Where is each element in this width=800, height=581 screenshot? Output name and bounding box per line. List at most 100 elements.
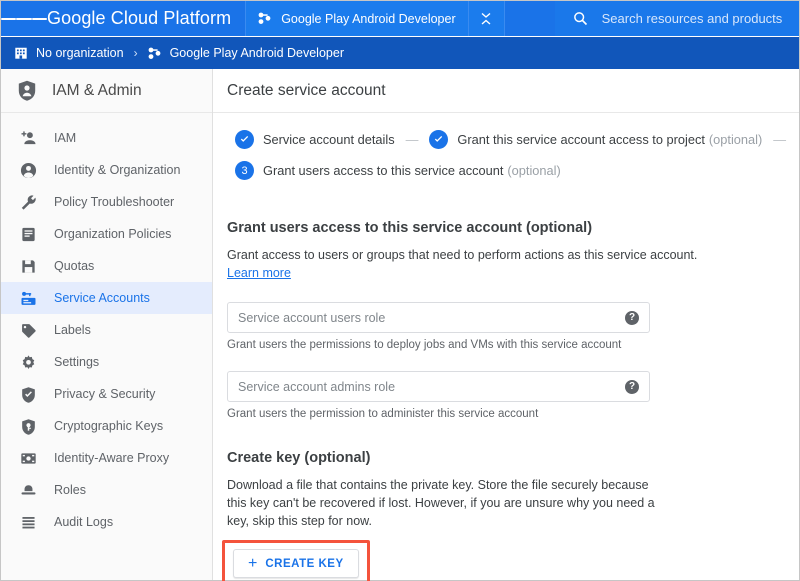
- gear-icon: [19, 353, 37, 371]
- create-key-description: Download a file that contains the privat…: [227, 476, 657, 530]
- sidebar-item-label: Audit Logs: [54, 515, 113, 529]
- users-role-hint: Grant users the permissions to deploy jo…: [227, 339, 799, 351]
- breadcrumb: No organization › Google Play Android De…: [1, 36, 799, 69]
- service-account-users-role-input[interactable]: Service account users role ?: [227, 302, 650, 333]
- sidebar-item-cryptographic-keys[interactable]: Cryptographic Keys: [1, 410, 212, 442]
- person-add-icon: [19, 129, 37, 147]
- app-window: Google Cloud Platform Google Play Androi…: [0, 0, 800, 581]
- help-icon[interactable]: ?: [625, 380, 639, 394]
- sidebar-item-settings[interactable]: Settings: [1, 346, 212, 378]
- step-optional-2: (optional): [709, 132, 762, 147]
- save-icon: [19, 257, 37, 275]
- collapse-icon: [480, 12, 492, 26]
- step-marker-complete[interactable]: [235, 130, 254, 149]
- project-selector[interactable]: Google Play Android Developer: [245, 1, 468, 36]
- create-key-button[interactable]: + CREATE KEY: [233, 549, 359, 578]
- form-content: Grant users access to this service accou…: [213, 198, 799, 581]
- create-key-section: Create key (optional) Download a file th…: [227, 450, 799, 581]
- step-marker-active[interactable]: 3: [235, 161, 254, 180]
- roles-icon: [19, 481, 37, 499]
- sidebar: IAM & Admin IAM Identity & Organization …: [1, 69, 213, 580]
- sidebar-item-organization-policies[interactable]: Organization Policies: [1, 218, 212, 250]
- grant-section-title: Grant users access to this service accou…: [227, 220, 799, 236]
- sidebar-item-quotas[interactable]: Quotas: [1, 250, 212, 282]
- sidebar-item-roles[interactable]: Roles: [1, 474, 212, 506]
- sidebar-item-label: Organization Policies: [54, 227, 171, 241]
- stepper-row-bottom: 3 Grant users access to this service acc…: [235, 161, 799, 180]
- proxy-icon: [19, 449, 37, 467]
- stepper-row-top: Service account details — Grant this ser…: [235, 130, 799, 149]
- breadcrumb-org[interactable]: No organization: [36, 46, 124, 60]
- project-selector-label: Google Play Android Developer: [281, 12, 455, 26]
- sidebar-item-label: Quotas: [54, 259, 94, 273]
- page-title-bar: Create service account: [213, 69, 799, 113]
- sidebar-item-audit-logs[interactable]: Audit Logs: [1, 506, 212, 538]
- sidebar-item-label: Policy Troubleshooter: [54, 195, 174, 209]
- sidebar-item-identity-aware-proxy[interactable]: Identity-Aware Proxy: [1, 442, 212, 474]
- project-collapse-button[interactable]: [469, 1, 505, 36]
- sidebar-item-identity-organization[interactable]: Identity & Organization: [1, 154, 212, 186]
- plus-icon: +: [248, 556, 257, 572]
- wrench-icon: [19, 193, 37, 211]
- document-icon: [19, 225, 37, 243]
- breadcrumb-separator: ›: [134, 46, 138, 60]
- shield-key-icon: [19, 417, 37, 435]
- top-header: Google Cloud Platform Google Play Androi…: [1, 1, 799, 36]
- sidebar-item-label: Roles: [54, 483, 86, 497]
- sidebar-item-label: IAM: [54, 131, 76, 145]
- input-placeholder: Service account admins role: [238, 380, 395, 394]
- sidebar-item-label: Cryptographic Keys: [54, 419, 163, 433]
- create-key-button-label: CREATE KEY: [265, 558, 343, 570]
- project-icon: [258, 12, 272, 25]
- hamburger-icon[interactable]: [1, 1, 47, 36]
- sidebar-item-label: Identity-Aware Proxy: [54, 451, 169, 465]
- sidebar-list: IAM Identity & Organization Policy Troub…: [1, 113, 212, 538]
- sidebar-item-privacy-security[interactable]: Privacy & Security: [1, 378, 212, 410]
- account-circle-icon: [19, 161, 37, 179]
- step-connector-2: —: [773, 132, 786, 147]
- stepper: Service account details — Grant this ser…: [213, 113, 799, 192]
- grant-section-description: Grant access to users or groups that nee…: [227, 246, 799, 264]
- sidebar-item-iam[interactable]: IAM: [1, 122, 212, 154]
- sidebar-item-label: Service Accounts: [54, 291, 150, 305]
- key-card-icon: [19, 289, 37, 307]
- page-title: Create service account: [227, 82, 386, 100]
- step-connector-1: —: [406, 132, 419, 147]
- breadcrumb-project[interactable]: Google Play Android Developer: [170, 46, 344, 60]
- brand-title: Google Cloud Platform: [47, 8, 245, 29]
- sidebar-item-label: Identity & Organization: [54, 163, 180, 177]
- step-label-2[interactable]: Grant this service account access to pro…: [457, 132, 705, 147]
- admins-role-hint: Grant users the permission to administer…: [227, 408, 799, 420]
- step-label-3[interactable]: Grant users access to this service accou…: [263, 163, 503, 178]
- search-input[interactable]: Search resources and products: [555, 1, 799, 36]
- search-placeholder: Search resources and products: [602, 11, 783, 26]
- sidebar-item-service-accounts[interactable]: Service Accounts: [1, 282, 212, 314]
- create-key-title: Create key (optional): [227, 450, 799, 466]
- organization-icon: [14, 46, 28, 60]
- shield-person-icon: [17, 80, 37, 101]
- input-placeholder: Service account users role: [238, 311, 385, 325]
- search-icon: [573, 11, 588, 26]
- sidebar-header: IAM & Admin: [1, 69, 212, 113]
- sidebar-item-policy-troubleshooter[interactable]: Policy Troubleshooter: [1, 186, 212, 218]
- check-icon: [433, 134, 444, 145]
- body-region: IAM & Admin IAM Identity & Organization …: [1, 69, 799, 580]
- shield-icon: [19, 385, 37, 403]
- project-icon: [148, 47, 162, 60]
- help-icon[interactable]: ?: [625, 311, 639, 325]
- sidebar-item-label: Labels: [54, 323, 91, 337]
- step-label-1[interactable]: Service account details: [263, 132, 395, 147]
- sidebar-item-label: Privacy & Security: [54, 387, 155, 401]
- step-marker-complete[interactable]: [429, 130, 448, 149]
- label-icon: [19, 321, 37, 339]
- logs-icon: [19, 513, 37, 531]
- check-icon: [239, 134, 250, 145]
- step-optional-3: (optional): [507, 163, 560, 178]
- sidebar-item-labels[interactable]: Labels: [1, 314, 212, 346]
- learn-more-link[interactable]: Learn more: [227, 266, 291, 280]
- main-content: Create service account Service account d…: [213, 69, 799, 580]
- service-account-admins-role-input[interactable]: Service account admins role ?: [227, 371, 650, 402]
- sidebar-header-title: IAM & Admin: [52, 82, 142, 100]
- sidebar-item-label: Settings: [54, 355, 99, 369]
- create-key-annotation: + CREATE KEY: [222, 540, 370, 581]
